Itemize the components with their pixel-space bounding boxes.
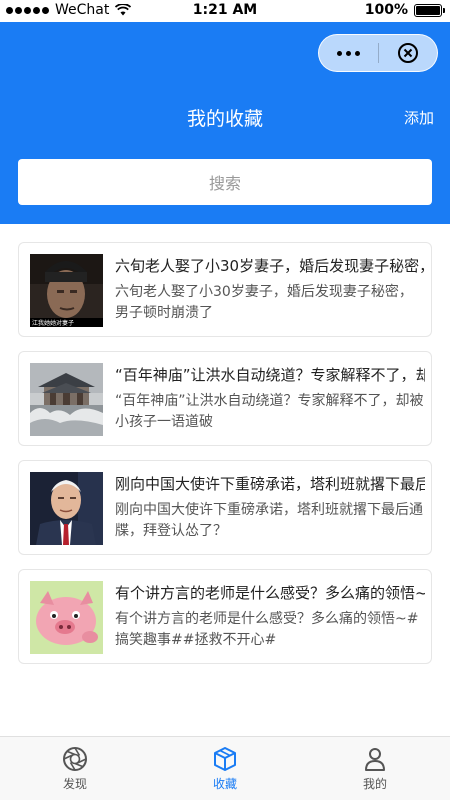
aperture-icon <box>63 746 87 771</box>
person-icon <box>365 747 385 771</box>
item-title: “百年神庙”让洪水自动绕道？专家解释不了，却被小孩子一语道破 <box>115 366 425 384</box>
old-man-photo-thumbnail: 江我她她对妻子 <box>30 254 103 327</box>
status-right: 100% <box>364 2 445 18</box>
tab-discover[interactable]: 发现 <box>0 737 150 800</box>
item-description: 六旬老人娶了小30岁妻子，婚后发现妻子秘密，男子顿时崩溃了 <box>115 284 413 321</box>
cartoon-pig-thumbnail <box>30 581 103 654</box>
list-item[interactable]: “百年神庙”让洪水自动绕道？专家解释不了，却被小孩子一语道破 “百年神庙”让洪水… <box>18 351 432 446</box>
miniprogram-capsule <box>318 34 438 72</box>
battery-icon <box>414 3 445 17</box>
list-item[interactable]: 有个讲方言的老师是什么感受？多么痛的领悟~#搞笑趣事##拯救不开心# 有个讲方言… <box>18 569 432 664</box>
tab-favorites[interactable]: 收藏 <box>150 737 300 800</box>
tab-label: 我的 <box>362 776 387 791</box>
item-description: “百年神庙”让洪水自动绕道？专家解释不了，却被小孩子一语道破 <box>115 393 424 430</box>
box-icon <box>214 746 236 771</box>
tab-bar: 发现 收藏 我的 <box>0 736 450 800</box>
search-input[interactable]: 搜索 <box>18 159 432 205</box>
close-circle-icon <box>397 43 418 63</box>
list-item[interactable]: 刚向中国大使许下重磅承诺，塔利班就撂下最后通牒，拜登认怂了？ 刚向中国大使许下重… <box>18 460 432 555</box>
header: 我的收藏 添加 搜索 <box>0 22 450 224</box>
status-bar: WeChat 1:21 AM 100% <box>0 0 450 22</box>
tab-mine[interactable]: 我的 <box>300 737 450 800</box>
list-item[interactable]: 江我她她对妻子 六旬老人娶了小30岁妻子，婚后发现妻子秘密，男子顿时崩溃了 六旬… <box>18 242 432 337</box>
search-placeholder: 搜索 <box>208 174 241 193</box>
temple-flood-photo-thumbnail <box>30 363 103 436</box>
tab-label: 发现 <box>62 776 87 791</box>
more-button[interactable] <box>319 35 378 71</box>
page-title: 我的收藏 <box>186 108 263 130</box>
item-text: “百年神庙”让洪水自动绕道？专家解释不了，却被小孩子一语道破 “百年神庙”让洪水… <box>115 363 425 433</box>
item-title: 刚向中国大使许下重磅承诺，塔利班就撂下最后通牒，拜登认怂了？ <box>115 475 425 493</box>
item-title: 六旬老人娶了小30岁妻子，婚后发现妻子秘密，男子顿时崩溃了 <box>115 257 425 275</box>
thumbnail-caption: 江我她她对妻子 <box>32 319 74 327</box>
tab-label: 收藏 <box>212 776 237 791</box>
item-text: 有个讲方言的老师是什么感受？多么痛的领悟~#搞笑趣事##拯救不开心# 有个讲方言… <box>115 581 425 651</box>
battery-percent: 100% <box>364 2 408 18</box>
favorites-list: 江我她她对妻子 六旬老人娶了小30岁妻子，婚后发现妻子秘密，男子顿时崩溃了 六旬… <box>18 242 432 678</box>
item-text: 六旬老人娶了小30岁妻子，婚后发现妻子秘密，男子顿时崩溃了 六旬老人娶了小30岁… <box>115 254 425 324</box>
politician-photo-thumbnail <box>30 472 103 545</box>
item-description: 有个讲方言的老师是什么感受？多么痛的领悟~#搞笑趣事##拯救不开心# <box>115 611 419 648</box>
item-text: 刚向中国大使许下重磅承诺，塔利班就撂下最后通牒，拜登认怂了？ 刚向中国大使许下重… <box>115 472 425 542</box>
close-button[interactable] <box>378 35 437 71</box>
item-description: 刚向中国大使许下重磅承诺，塔利班就撂下最后通牒，拜登认怂了？ <box>115 502 423 539</box>
item-title: 有个讲方言的老师是什么感受？多么痛的领悟~#搞笑趣事##拯救不开心# <box>115 584 425 602</box>
add-button[interactable]: 添加 <box>404 107 434 128</box>
